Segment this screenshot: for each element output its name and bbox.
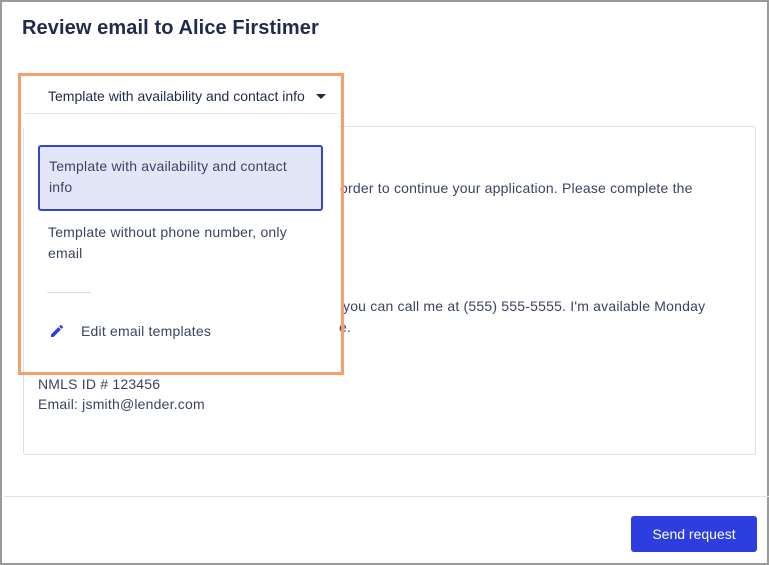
footer-divider bbox=[4, 496, 769, 497]
dialog-title: Review email to Alice Firstimer bbox=[22, 17, 319, 39]
caret-down-icon bbox=[315, 94, 326, 99]
template-option-no-phone[interactable]: Template without phone number, only emai… bbox=[38, 212, 323, 274]
template-option-availability[interactable]: Template with availability and contact i… bbox=[38, 145, 323, 211]
send-request-button[interactable]: Send request bbox=[631, 516, 757, 552]
email-text-line: you can call me at (555) 555-5555. I'm a… bbox=[343, 298, 706, 314]
email-nmls-line: NMLS ID # 123456 bbox=[38, 376, 161, 392]
template-select-value: Template with availability and contact i… bbox=[48, 87, 305, 104]
edit-email-templates-item[interactable]: Edit email templates bbox=[50, 319, 211, 343]
email-text-line: e. bbox=[339, 319, 352, 335]
template-option-label: Template with availability and contact i… bbox=[49, 158, 287, 195]
template-dropdown-menu: Template with availability and contact i… bbox=[24, 126, 338, 368]
menu-divider bbox=[47, 292, 91, 293]
pencil-icon bbox=[50, 324, 64, 338]
email-address-line: Email: jsmith@lender.com bbox=[38, 396, 205, 412]
dialog: Review email to Alice Firstimer order to… bbox=[0, 0, 769, 565]
email-text-line: order to continue your application. Plea… bbox=[340, 180, 693, 196]
template-option-label: Template without phone number, only emai… bbox=[48, 224, 287, 261]
edit-email-templates-label: Edit email templates bbox=[81, 323, 212, 339]
template-select[interactable]: Template with availability and contact i… bbox=[24, 78, 338, 114]
